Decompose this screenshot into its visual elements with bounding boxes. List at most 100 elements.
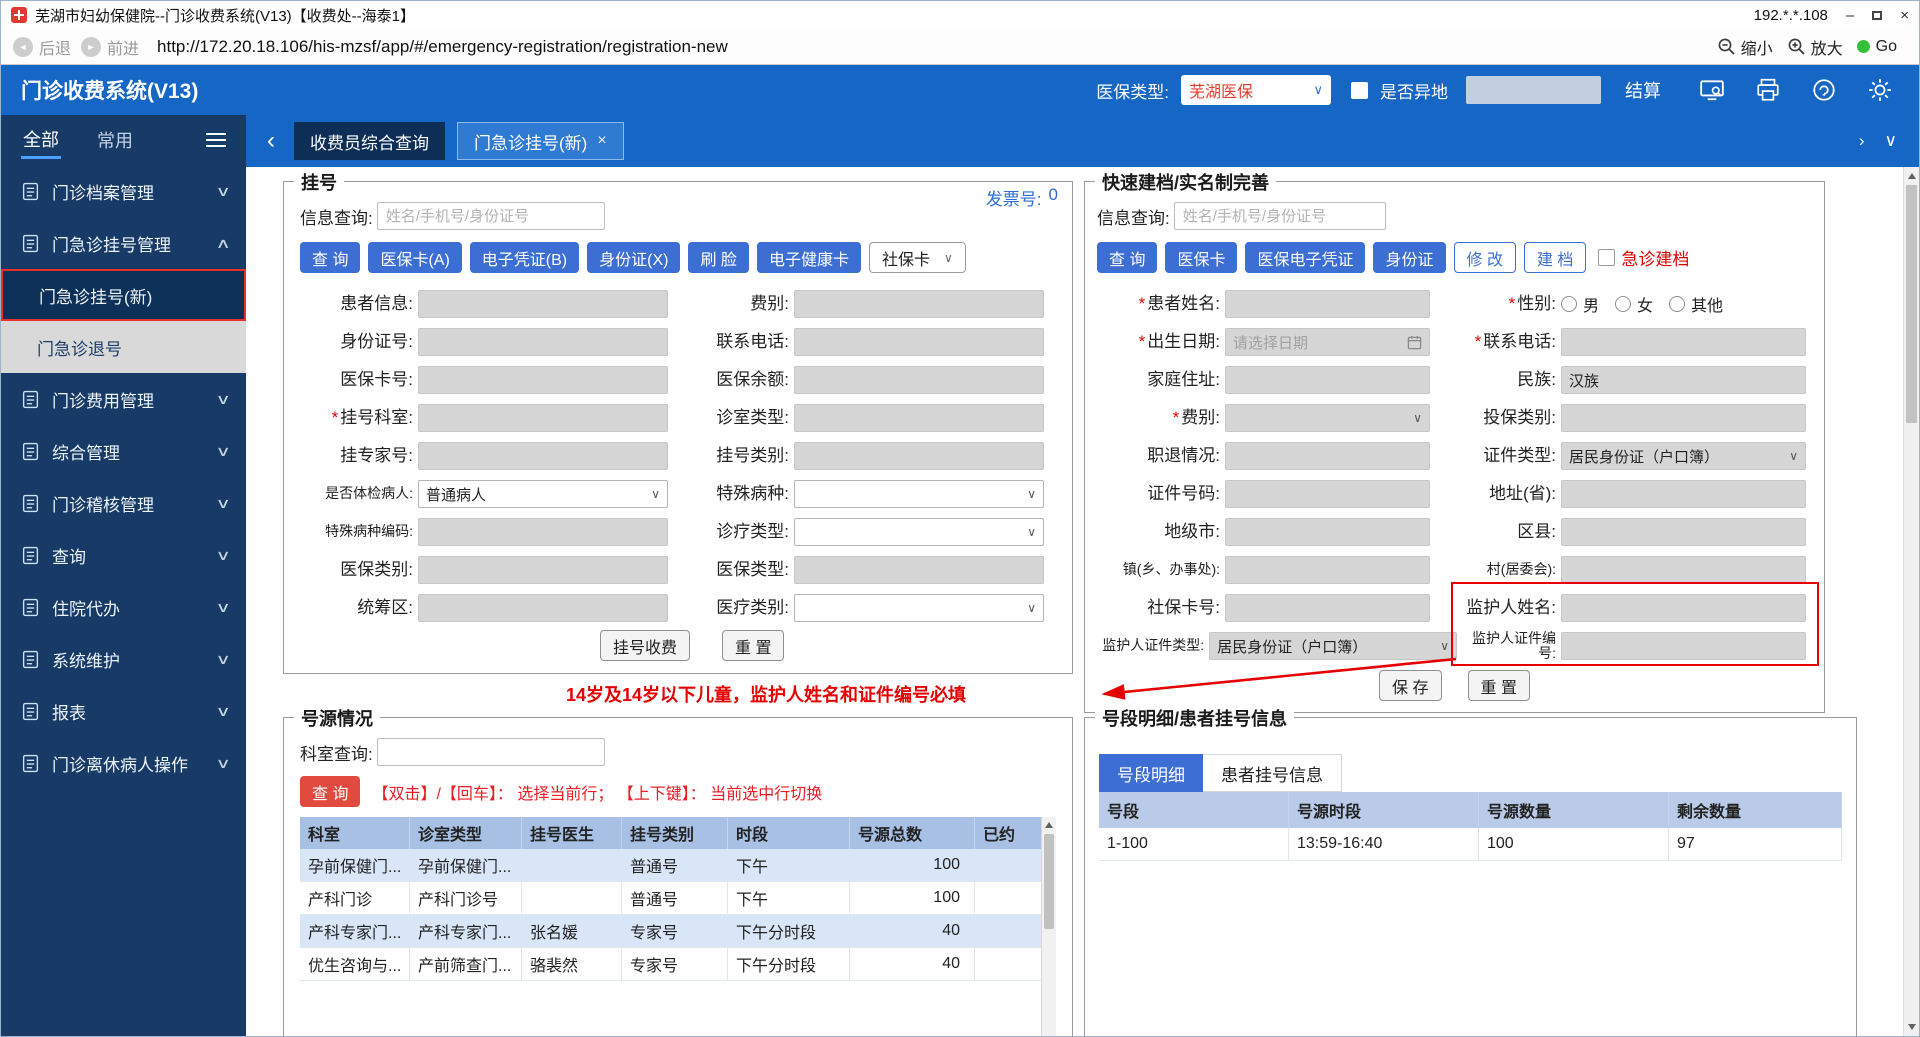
- column-header[interactable]: 时段: [728, 817, 850, 849]
- field-input[interactable]: [1561, 480, 1806, 508]
- screen-query-icon[interactable]: [1699, 77, 1725, 103]
- minimize-button[interactable]: –: [1846, 8, 1854, 23]
- field-input[interactable]: [1561, 518, 1806, 546]
- sidebar-item[interactable]: 报表 ∨: [1, 685, 246, 737]
- go-button[interactable]: Go: [1856, 38, 1897, 56]
- field-input[interactable]: [794, 290, 1044, 318]
- column-header[interactable]: 科室: [300, 817, 410, 849]
- idcard-button[interactable]: 身份证(X): [587, 242, 681, 273]
- tab-segment-detail[interactable]: 号段明细: [1099, 754, 1203, 792]
- remote-checkbox[interactable]: [1351, 81, 1368, 99]
- menu-toggle-icon[interactable]: [206, 133, 226, 147]
- registration-reset-button[interactable]: 重 置: [722, 630, 785, 661]
- field-input[interactable]: [1561, 594, 1806, 622]
- scrollbar-thumb[interactable]: [1906, 185, 1917, 423]
- zoom-in-button[interactable]: 放大: [1787, 35, 1843, 59]
- tab-cashier-query[interactable]: 收费员综合查询: [294, 122, 445, 160]
- health-card-button[interactable]: 电子健康卡: [756, 242, 861, 273]
- close-button[interactable]: ×: [1900, 8, 1909, 23]
- field-select[interactable]: 普通病人 ∨: [418, 480, 668, 508]
- face-scan-button[interactable]: 刷 脸: [688, 242, 749, 273]
- insurance-card-button[interactable]: 医保卡(A): [368, 242, 462, 273]
- evoucher-button[interactable]: 电子凭证(B): [469, 242, 580, 273]
- sidebar-item[interactable]: 系统维护 ∨: [1, 633, 246, 685]
- modify-button[interactable]: 修 改: [1453, 242, 1516, 273]
- register-charge-button[interactable]: 挂号收费: [600, 630, 691, 661]
- profile-query-button[interactable]: 查 询: [1097, 242, 1158, 273]
- field-select[interactable]: ∨: [794, 594, 1044, 622]
- column-header[interactable]: 挂号医生: [522, 817, 622, 849]
- tab-list-icon[interactable]: ∨: [1885, 131, 1897, 151]
- field-input[interactable]: [1561, 404, 1806, 432]
- query-button[interactable]: 查 询: [300, 242, 361, 273]
- field-input[interactable]: [418, 442, 668, 470]
- field-input[interactable]: [1225, 366, 1430, 394]
- table-row[interactable]: 产科门诊 产科门诊号 普通号 下午 100: [300, 882, 1056, 915]
- column-header[interactable]: 挂号类别: [622, 817, 728, 849]
- column-header[interactable]: 剩余数量: [1669, 792, 1842, 828]
- field-input[interactable]: [418, 594, 668, 622]
- field-input[interactable]: [1561, 556, 1806, 584]
- address-url[interactable]: http://172.20.18.106/his-mzsf/app/#/emer…: [157, 37, 1707, 57]
- field-input[interactable]: [794, 366, 1044, 394]
- tab-emergency-registration[interactable]: 门急诊挂号(新) ×: [457, 122, 624, 160]
- settings-gear-icon[interactable]: [1867, 77, 1893, 103]
- date-input[interactable]: 请选择日期: [1225, 328, 1430, 356]
- field-input[interactable]: [418, 328, 668, 356]
- tab-scroll-right-icon[interactable]: ›: [1859, 131, 1865, 151]
- column-header[interactable]: 号源总数: [850, 817, 975, 849]
- field-input[interactable]: [418, 518, 668, 546]
- restore-button[interactable]: [1872, 8, 1883, 23]
- column-header[interactable]: 诊室类型: [410, 817, 522, 849]
- field-input[interactable]: [1225, 556, 1430, 584]
- scroll-up-icon[interactable]: [1045, 821, 1053, 828]
- sidebar-tab-common[interactable]: 常用: [95, 123, 135, 157]
- save-button[interactable]: 保 存: [1379, 670, 1442, 701]
- sidebar-item-selected[interactable]: 门急诊挂号(新): [1, 269, 246, 321]
- forward-button[interactable]: ► 前进: [81, 35, 139, 59]
- radio-option[interactable]: 男: [1561, 292, 1599, 316]
- field-input[interactable]: [418, 290, 668, 318]
- sidebar-tab-all[interactable]: 全部: [21, 122, 61, 159]
- profile-evoucher-button[interactable]: 医保电子凭证: [1245, 242, 1366, 273]
- field-select[interactable]: 居民身份证（户口簿） ∨: [1209, 632, 1457, 660]
- column-header[interactable]: 号段: [1099, 792, 1289, 828]
- profile-idcard-button[interactable]: 身份证: [1373, 242, 1446, 273]
- field-select[interactable]: ∨: [1225, 404, 1430, 432]
- insurance-type-select[interactable]: 芜湖医保 ∨: [1181, 75, 1331, 105]
- dept-search-input[interactable]: [376, 738, 605, 766]
- sidebar-item[interactable]: 门诊档案管理 ∨: [1, 165, 246, 217]
- sidebar-item[interactable]: 门诊稽核管理 ∨: [1, 477, 246, 529]
- table-row[interactable]: 孕前保健门... 孕前保健门... 普通号 下午 100: [300, 849, 1056, 882]
- field-input[interactable]: [418, 556, 668, 584]
- field-select[interactable]: ∨: [794, 518, 1044, 546]
- sidebar-item[interactable]: 门急诊挂号管理 ∧: [1, 217, 246, 269]
- patient-search-input[interactable]: [376, 202, 605, 230]
- column-header[interactable]: 号源时段: [1289, 792, 1479, 828]
- column-header[interactable]: 号源数量: [1479, 792, 1669, 828]
- field-input[interactable]: [1225, 480, 1430, 508]
- table-row[interactable]: 产科专家门... 产科专家门... 张名媛 专家号 下午分时段 40: [300, 915, 1056, 948]
- back-button[interactable]: ◄ 后退: [13, 35, 71, 59]
- radio-option[interactable]: 其他: [1669, 292, 1723, 316]
- settle-button[interactable]: 结算: [1625, 77, 1661, 103]
- profile-insurance-card-button[interactable]: 医保卡: [1165, 242, 1238, 273]
- social-card-dropdown[interactable]: 社保卡 ∨: [868, 242, 966, 273]
- tab-patient-reg-info[interactable]: 患者挂号信息: [1203, 754, 1342, 792]
- sidebar-item[interactable]: 综合管理 ∨: [1, 425, 246, 477]
- settlement-amount-input[interactable]: [1466, 76, 1601, 104]
- radio-option[interactable]: 女: [1615, 292, 1653, 316]
- scroll-up-icon[interactable]: [1907, 173, 1916, 179]
- sidebar-item[interactable]: 门诊费用管理 ∨: [1, 373, 246, 425]
- field-input[interactable]: [1561, 328, 1806, 356]
- field-input[interactable]: [418, 404, 668, 432]
- create-profile-button[interactable]: 建 档: [1523, 242, 1587, 273]
- field-select[interactable]: 居民身份证（户口簿） ∨: [1561, 442, 1806, 470]
- field-input[interactable]: [794, 442, 1044, 470]
- field-input[interactable]: [1225, 518, 1430, 546]
- sidebar-collapse-icon[interactable]: ‹: [260, 129, 282, 153]
- sidebar-item[interactable]: 住院代办 ∨: [1, 581, 246, 633]
- field-input[interactable]: [1225, 442, 1430, 470]
- main-scrollbar[interactable]: [1903, 167, 1919, 1036]
- field-input[interactable]: 汉族: [1561, 366, 1806, 394]
